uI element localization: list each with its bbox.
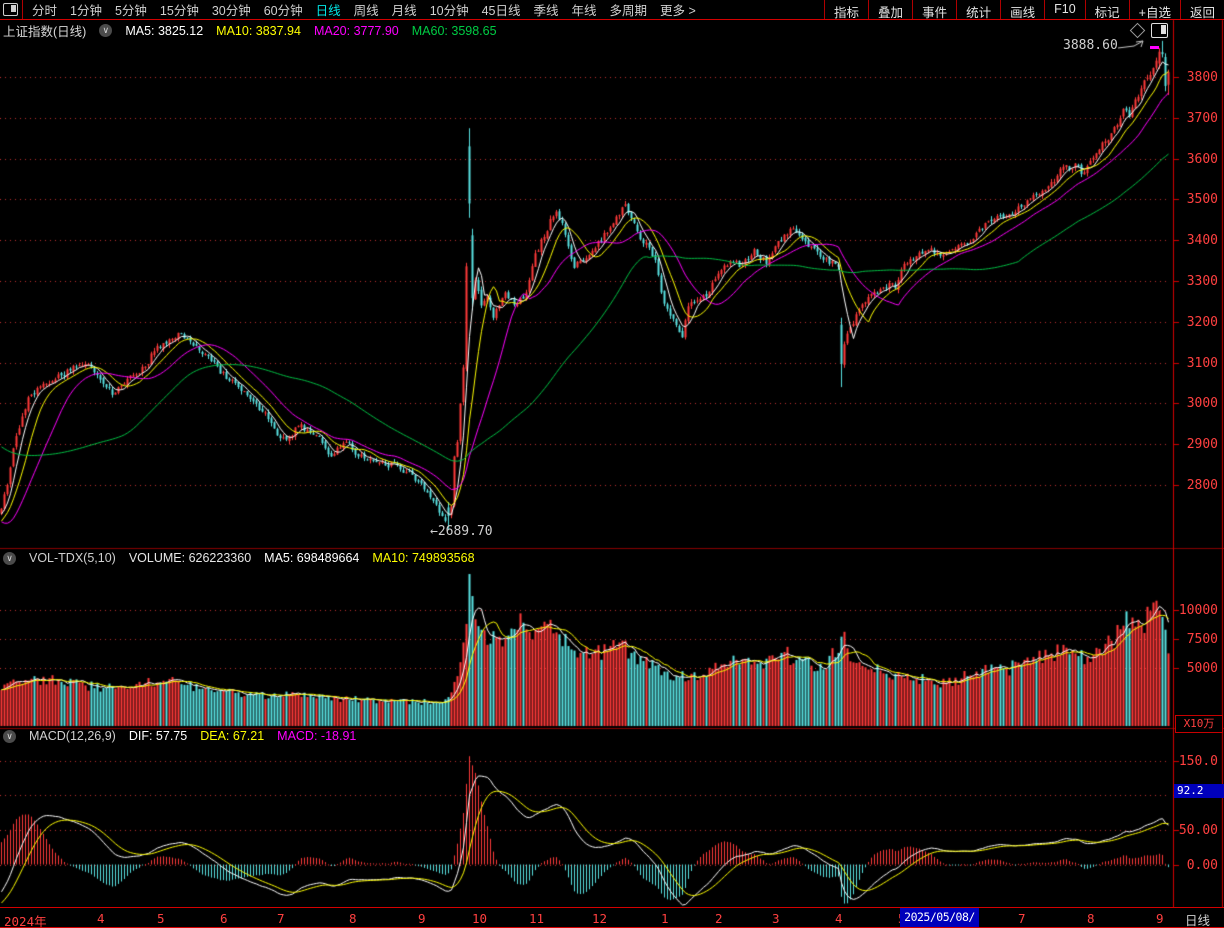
volume-axis-label: 5000: [1178, 661, 1218, 676]
price-axis-label: 3200: [1178, 315, 1218, 330]
period-tab[interactable]: 更多 >: [660, 0, 696, 19]
macd-header: MACD(12,26,9) DIF: 57.75 DEA: 67.21 MACD…: [3, 729, 356, 743]
macd-axis-label: 150.0: [1178, 754, 1218, 769]
volume-header: VOL-TDX(5,10) VOLUME: 626223360 MA5: 698…: [3, 551, 475, 565]
bottom-period-label[interactable]: 日线: [1185, 910, 1210, 928]
period-tab[interactable]: 日线: [316, 0, 341, 19]
period-tab[interactable]: 多周期: [610, 0, 648, 19]
cursor-date-box: 2025/05/08/四: [900, 908, 979, 927]
main-chart-header: 上证指数(日线) MA5: 3825.12 MA10: 3837.94 MA20: …: [3, 21, 497, 40]
ma-label: MA5: 3825.12: [125, 24, 203, 38]
ma-label: MA20: 3777.90: [314, 24, 399, 38]
month-label: 5: [157, 911, 165, 926]
volume-axis-label: 7500: [1178, 632, 1218, 647]
macd-axis-label: 50.00: [1178, 823, 1218, 838]
price-axis-label: 3500: [1178, 192, 1218, 207]
period-tab[interactable]: 分时: [32, 0, 57, 19]
toolbar: 分时 1分钟 5分钟 15分钟 30分钟 60分钟日线周线月线 10分钟 45日线季线年线多周…: [0, 0, 1224, 20]
ma-values: MA5: 3825.12 MA10: 3837.94 MA20: 3777.90 MA…: [125, 24, 496, 38]
month-label: 1: [661, 911, 669, 926]
toolbar-actions: 指标叠加事件统计画线F10标记+自选返回: [824, 0, 1224, 19]
price-axis-label: 3100: [1178, 356, 1218, 371]
period-tab[interactable]: 30分钟: [212, 0, 251, 19]
month-label: 8: [349, 911, 357, 926]
collapse-main-icon[interactable]: [99, 24, 112, 37]
period-tab[interactable]: 周线: [354, 0, 379, 19]
toolbar-button[interactable]: F10: [1044, 0, 1085, 19]
period-tab[interactable]: 5分钟: [115, 0, 147, 19]
month-label: 7: [277, 911, 285, 926]
macd-indicator-name: MACD(12,26,9): [29, 729, 116, 743]
month-label: 11: [529, 911, 544, 926]
volume-axis-label: 10000: [1178, 603, 1218, 618]
volume-indicator-name: VOL-TDX(5,10): [29, 551, 116, 565]
month-label: 9: [418, 911, 426, 926]
high-annotation: 3888.60: [1063, 38, 1118, 53]
ma-label: MA60: 3598.65: [412, 24, 497, 38]
toolbar-button[interactable]: 叠加: [868, 0, 912, 19]
chart-canvas[interactable]: [0, 0, 1224, 928]
month-label: 2: [715, 911, 723, 926]
price-axis-label: 3800: [1178, 70, 1218, 85]
period-tab[interactable]: 10分钟: [430, 0, 469, 19]
month-label: 12: [592, 911, 607, 926]
macd-dif: DIF: 57.75: [129, 729, 187, 743]
collapse-macd-icon[interactable]: [3, 730, 16, 743]
macd-axis-label: 0.00: [1178, 858, 1218, 873]
window-icon[interactable]: [3, 3, 18, 16]
month-label: 4: [835, 911, 843, 926]
month-label: 3: [772, 911, 780, 926]
magenta-marker-icon: [1150, 46, 1159, 49]
toolbar-button[interactable]: 事件: [912, 0, 956, 19]
macd-bar-value: MACD: -18.91: [277, 729, 356, 743]
volume-ma5: MA5: 698489664: [264, 551, 359, 565]
period-tabs: 分时 1分钟 5分钟 15分钟 30分钟 60分钟日线周线月线 10分钟 45日线季线年线多周…: [32, 0, 696, 19]
price-axis-label: 3300: [1178, 274, 1218, 289]
period-tab[interactable]: 年线: [572, 0, 597, 19]
toolbar-button[interactable]: 标记: [1085, 0, 1129, 19]
price-axis-label: 3000: [1178, 396, 1218, 411]
toolbar-button[interactable]: 指标: [824, 0, 868, 19]
price-axis-label: 2800: [1178, 478, 1218, 493]
period-tab[interactable]: 1分钟: [70, 0, 102, 19]
period-tab[interactable]: 季线: [534, 0, 559, 19]
low-annotation: ←2689.70: [430, 524, 493, 539]
ma-label: MA10: 3837.94: [216, 24, 301, 38]
month-label: 6: [220, 911, 228, 926]
price-axis-label: 3700: [1178, 111, 1218, 126]
collapse-volume-icon[interactable]: [3, 552, 16, 565]
toolbar-button[interactable]: 返回: [1180, 0, 1224, 19]
month-label: 9: [1156, 911, 1164, 926]
price-axis-label: 2900: [1178, 437, 1218, 452]
period-tab[interactable]: 45日线: [482, 0, 521, 19]
macd-cursor-value: 92.2: [1174, 784, 1224, 798]
month-label: 8: [1087, 911, 1095, 926]
price-axis-label: 3400: [1178, 233, 1218, 248]
volume-ma10: MA10: 749893568: [372, 551, 474, 565]
toolbar-button[interactable]: +自选: [1129, 0, 1180, 19]
price-axis-label: 3600: [1178, 152, 1218, 167]
month-label: 2024年: [4, 911, 47, 928]
page-title: 上证指数(日线): [3, 21, 86, 40]
month-label: 7: [1018, 911, 1026, 926]
toolbar-separator: [22, 0, 23, 19]
tdx-app: 分时1分钟5分钟15分钟30分钟60分钟日线周线月线10分钟45日线季线年线多周…: [0, 0, 1224, 928]
time-axis-bar: 2024年456789101112123456789 2025/05/08/四 …: [0, 907, 1224, 928]
month-label: 10: [472, 911, 487, 926]
panel-icon[interactable]: [1151, 23, 1168, 38]
period-tab[interactable]: 月线: [392, 0, 417, 19]
volume-unit-badge: X10万: [1175, 715, 1223, 733]
volume-value: VOLUME: 626223360: [129, 551, 251, 565]
macd-dea: DEA: 67.21: [200, 729, 264, 743]
toolbar-button[interactable]: 统计: [956, 0, 1000, 19]
toolbar-button[interactable]: 画线: [1000, 0, 1044, 19]
period-tab[interactable]: 15分钟: [160, 0, 199, 19]
month-label: 4: [97, 911, 105, 926]
period-tab[interactable]: 60分钟: [264, 0, 303, 19]
